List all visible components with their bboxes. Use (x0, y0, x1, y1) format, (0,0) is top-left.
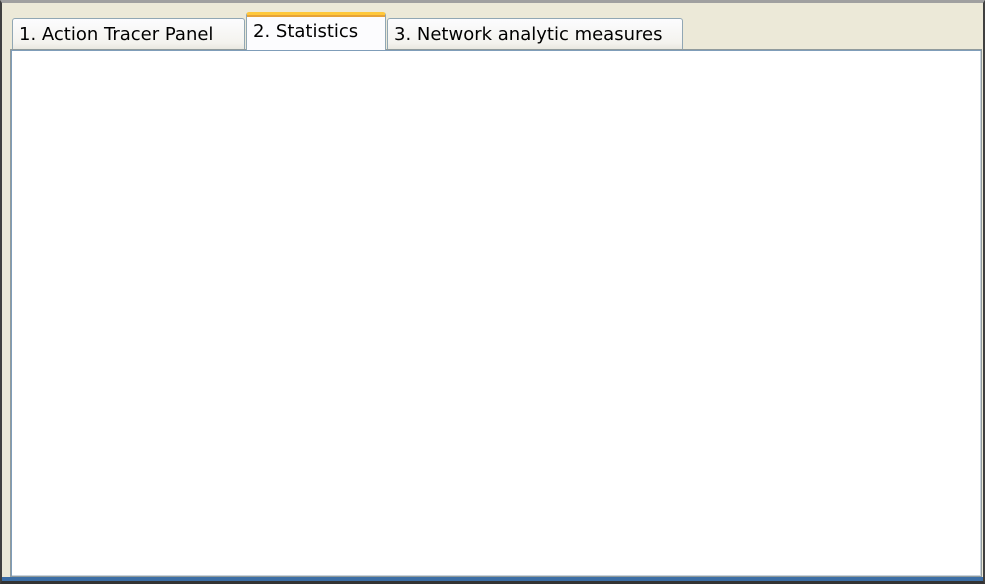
tab-statistics[interactable]: 2. Statistics (246, 12, 386, 50)
window-bottom-border (2, 577, 983, 581)
tab-network-analytic-measures[interactable]: 3. Network analytic measures (387, 18, 683, 49)
application-window: 1. Action Tracer Panel 2. Statistics 3. … (0, 0, 985, 584)
tab-action-tracer-panel[interactable]: 1. Action Tracer Panel (12, 18, 245, 49)
statistics-tab-panel (10, 49, 982, 577)
tab-strip: 1. Action Tracer Panel 2. Statistics 3. … (10, 8, 980, 50)
